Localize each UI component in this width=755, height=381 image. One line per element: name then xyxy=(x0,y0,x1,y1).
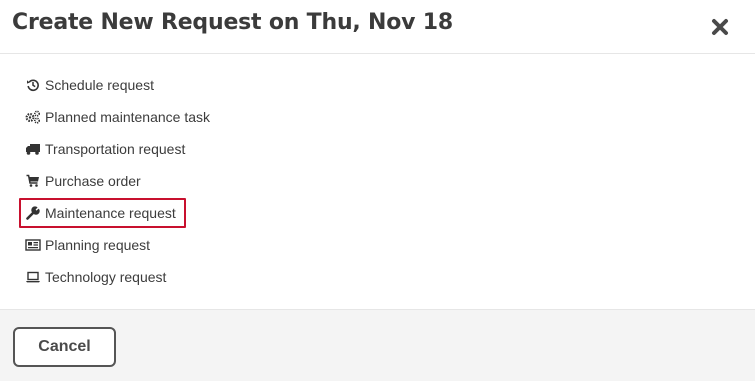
cancel-button[interactable]: Cancel xyxy=(13,327,116,367)
close-icon xyxy=(712,19,728,35)
option-label: Planned maintenance task xyxy=(45,109,210,125)
history-icon xyxy=(25,78,41,92)
dialog-body: Schedule request Planned maintenance tas… xyxy=(0,55,755,309)
dialog-footer: Cancel xyxy=(0,309,755,381)
option-technology-request[interactable]: Technology request xyxy=(18,261,218,293)
truck-icon xyxy=(25,142,41,156)
dialog-header: Create New Request on Thu, Nov 18 xyxy=(0,0,755,54)
option-label: Planning request xyxy=(45,237,151,253)
dialog-title: Create New Request on Thu, Nov 18 xyxy=(12,10,453,35)
option-maintenance-request[interactable]: Maintenance request xyxy=(18,197,187,229)
create-request-dialog: Create New Request on Thu, Nov 18 Schedu… xyxy=(0,0,755,381)
option-planning-request[interactable]: Planning request xyxy=(18,229,218,261)
request-type-list: Schedule request Planned maintenance tas… xyxy=(18,69,218,293)
shopping-cart-icon xyxy=(25,174,41,188)
wrench-icon xyxy=(25,206,41,220)
gears-icon xyxy=(25,110,41,124)
option-label: Purchase order xyxy=(45,173,141,189)
option-purchase-order[interactable]: Purchase order xyxy=(18,165,218,197)
option-label: Schedule request xyxy=(45,77,154,93)
option-label: Technology request xyxy=(45,269,167,285)
option-planned-maintenance-task[interactable]: Planned maintenance task xyxy=(18,101,218,133)
close-button[interactable] xyxy=(707,14,733,40)
laptop-icon xyxy=(25,270,41,284)
option-label: Maintenance request xyxy=(45,205,176,221)
newspaper-icon xyxy=(25,238,41,252)
option-transportation-request[interactable]: Transportation request xyxy=(18,133,218,165)
option-label: Transportation request xyxy=(45,141,186,157)
option-schedule-request[interactable]: Schedule request xyxy=(18,69,218,101)
